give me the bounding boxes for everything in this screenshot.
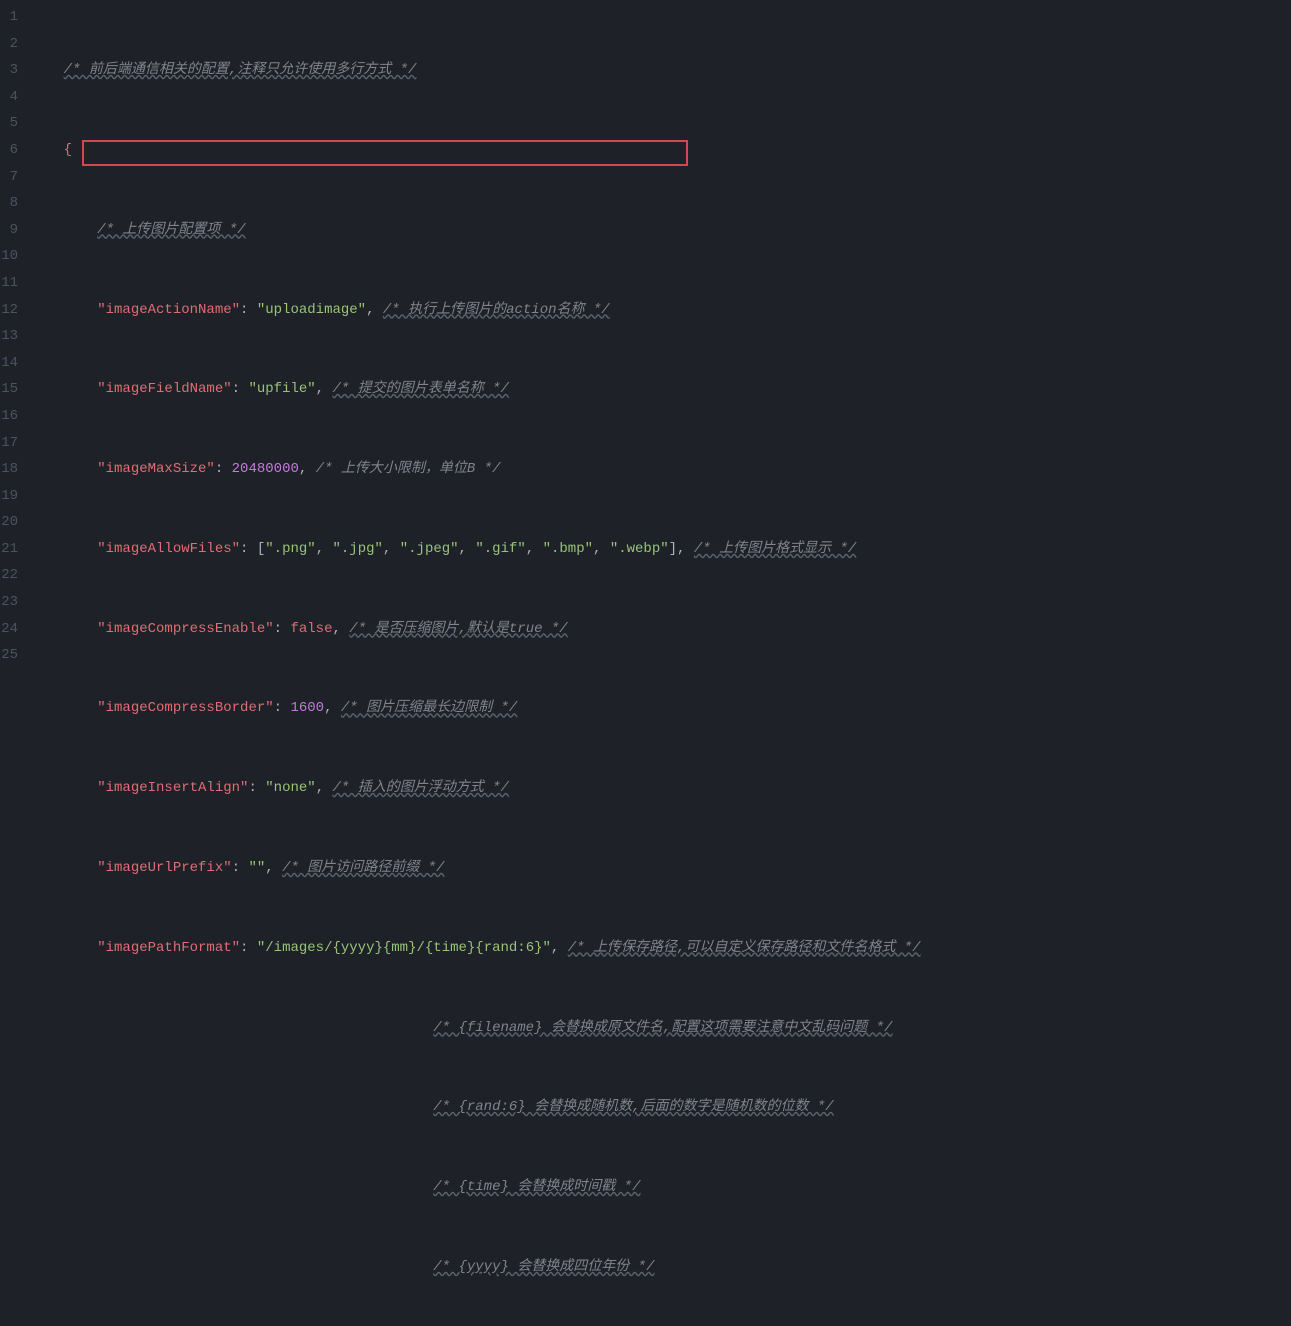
json-value: "uploadimage" [257, 302, 366, 318]
line-number: 14 [0, 350, 18, 377]
json-value: 20480000 [232, 461, 299, 477]
line-number: 17 [0, 430, 18, 457]
json-key: "imageActionName" [97, 302, 240, 318]
json-key: "imageAllowFiles" [97, 541, 240, 557]
code-line[interactable]: "imageCompressBorder": 1600, /* 图片压缩最长边限… [30, 695, 1291, 722]
line-number: 8 [0, 190, 18, 217]
array-item: ".png" [265, 541, 315, 557]
line-number: 12 [0, 297, 18, 324]
json-value: "" [248, 860, 265, 876]
array-item: ".jpeg" [400, 541, 459, 557]
line-number: 4 [0, 84, 18, 111]
json-key: "imageCompressBorder" [97, 700, 273, 716]
code-line[interactable]: "imageUrlPrefix": "", /* 图片访问路径前缀 */ [30, 855, 1291, 882]
array-item: ".gif" [475, 541, 525, 557]
code-area[interactable]: /* 前后端通信相关的配置,注释只允许使用多行方式 */ { /* 上传图片配置… [30, 4, 1291, 1326]
array-item: ".bmp" [543, 541, 593, 557]
line-number: 21 [0, 536, 18, 563]
json-value: "/images/{yyyy}{mm}/{time}{rand:6}" [257, 940, 551, 956]
line-number: 22 [0, 562, 18, 589]
code-line[interactable]: "imageActionName": "uploadimage", /* 执行上… [30, 297, 1291, 324]
code-comment: /* 上传图片配置项 */ [97, 222, 245, 238]
line-number: 25 [0, 642, 18, 669]
code-comment: /* 执行上传图片的action名称 */ [383, 302, 610, 318]
line-number: 23 [0, 589, 18, 616]
code-line[interactable]: "imageFieldName": "upfile", /* 提交的图片表单名称… [30, 376, 1291, 403]
line-number: 7 [0, 164, 18, 191]
code-line[interactable]: "imageCompressEnable": false, /* 是否压缩图片,… [30, 616, 1291, 643]
code-comment: /* 上传图片格式显示 */ [694, 541, 856, 557]
code-comment: /* 前后端通信相关的配置,注释只允许使用多行方式 */ [64, 62, 417, 78]
code-comment: /* {time} 会替换成时间戳 */ [433, 1179, 640, 1195]
code-comment: /* {rand:6} 会替换成随机数,后面的数字是随机数的位数 */ [433, 1099, 833, 1115]
line-number: 6 [0, 137, 18, 164]
code-line[interactable]: "imagePathFormat": "/images/{yyyy}{mm}/{… [30, 935, 1291, 962]
line-number: 11 [0, 270, 18, 297]
json-key: "imageInsertAlign" [97, 780, 248, 796]
code-line[interactable]: /* {yyyy} 会替换成四位年份 */ [30, 1254, 1291, 1281]
json-value: "upfile" [248, 381, 315, 397]
line-number: 19 [0, 483, 18, 510]
code-brace: { [64, 142, 72, 158]
array-item: ".jpg" [333, 541, 383, 557]
json-value: "none" [265, 780, 315, 796]
line-number: 13 [0, 323, 18, 350]
code-comment: /* 插入的图片浮动方式 */ [333, 780, 509, 796]
line-number: 16 [0, 403, 18, 430]
line-number: 24 [0, 616, 18, 643]
code-editor[interactable]: 1 2 3 4 5 6 7 8 9 10 11 12 13 14 15 16 1… [0, 0, 1291, 1326]
json-key: "imageMaxSize" [97, 461, 215, 477]
json-key: "imageCompressEnable" [97, 621, 273, 637]
json-value: 1600 [290, 700, 324, 716]
code-comment: /* {filename} 会替换成原文件名,配置这项需要注意中文乱码问题 */ [433, 1020, 892, 1036]
code-comment: /* 图片访问路径前缀 */ [282, 860, 444, 876]
code-line[interactable]: "imageInsertAlign": "none", /* 插入的图片浮动方式… [30, 775, 1291, 802]
code-comment: /* 是否压缩图片,默认是true */ [349, 621, 567, 637]
code-line-highlighted[interactable]: "imageMaxSize": 20480000, /* 上传大小限制，单位B … [30, 456, 1291, 483]
code-line[interactable]: /* 上传图片配置项 */ [30, 217, 1291, 244]
code-line[interactable]: /* {rand:6} 会替换成随机数,后面的数字是随机数的位数 */ [30, 1094, 1291, 1121]
code-comment: /* 上传保存路径,可以自定义保存路径和文件名格式 */ [568, 940, 921, 956]
line-number: 15 [0, 376, 18, 403]
line-number: 5 [0, 110, 18, 137]
code-comment: /* 上传大小限制，单位B */ [316, 461, 501, 477]
code-comment: /* 提交的图片表单名称 */ [332, 381, 508, 397]
json-key: "imageUrlPrefix" [97, 860, 231, 876]
code-comment: /* {yyyy} 会替换成四位年份 */ [433, 1259, 654, 1275]
line-number: 10 [0, 243, 18, 270]
code-line[interactable]: /* {filename} 会替换成原文件名,配置这项需要注意中文乱码问题 */ [30, 1015, 1291, 1042]
code-line[interactable]: /* 前后端通信相关的配置,注释只允许使用多行方式 */ [30, 57, 1291, 84]
code-line[interactable]: { [30, 137, 1291, 164]
array-item: ".webp" [610, 541, 669, 557]
line-numbers-gutter: 1 2 3 4 5 6 7 8 9 10 11 12 13 14 15 16 1… [0, 4, 30, 1326]
line-number: 1 [0, 4, 18, 31]
json-key: "imagePathFormat" [97, 940, 240, 956]
json-key: "imageFieldName" [97, 381, 231, 397]
line-number: 2 [0, 31, 18, 58]
line-number: 20 [0, 509, 18, 536]
line-number: 18 [0, 456, 18, 483]
json-value: false [290, 621, 332, 637]
code-line[interactable]: "imageAllowFiles": [".png", ".jpg", ".jp… [30, 536, 1291, 563]
code-comment: /* 图片压缩最长边限制 */ [341, 700, 517, 716]
line-number: 9 [0, 217, 18, 244]
line-number: 3 [0, 57, 18, 84]
code-line[interactable]: /* {time} 会替换成时间戳 */ [30, 1174, 1291, 1201]
